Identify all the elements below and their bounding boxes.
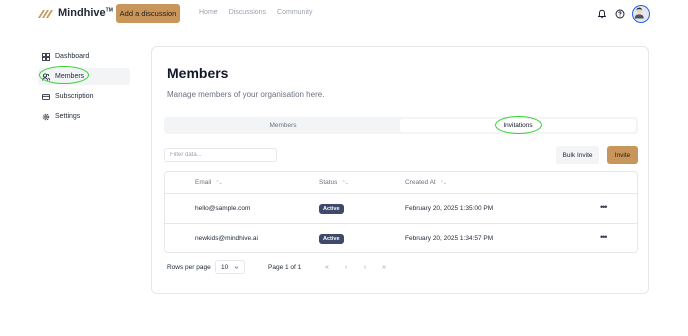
sidebar-item-members[interactable]: Members bbox=[38, 68, 130, 85]
row-actions-button[interactable]: ••• bbox=[600, 232, 608, 242]
logo-icon bbox=[38, 10, 53, 18]
email-cell: hello@sample.com bbox=[195, 205, 251, 212]
tab-list: Members Invitations bbox=[164, 117, 638, 134]
nav-discussions[interactable]: Discussions bbox=[229, 9, 266, 16]
table-row: newkids@mindhive.ai Active February 20, … bbox=[165, 224, 637, 254]
header-actions bbox=[596, 5, 650, 23]
column-header-created-at[interactable]: Created At ⌃⌄ bbox=[405, 179, 447, 186]
invite-button[interactable]: Invite bbox=[607, 146, 638, 164]
gear-icon bbox=[42, 113, 50, 121]
dashboard-icon bbox=[42, 52, 50, 61]
page-title: Members bbox=[167, 65, 229, 81]
prev-page-button[interactable]: ‹ bbox=[339, 260, 353, 274]
sidebar-item-settings[interactable]: Settings bbox=[38, 108, 130, 125]
sidebar-item-label: Dashboard bbox=[55, 53, 90, 60]
sidebar-item-label: Settings bbox=[55, 113, 81, 120]
app-name: MindhiveTM bbox=[58, 7, 113, 19]
sidebar-item-subscription[interactable]: Subscription bbox=[38, 88, 130, 105]
trademark: TM bbox=[105, 7, 113, 14]
created-at-cell: February 20, 2025 1:35:00 PM bbox=[405, 205, 494, 212]
bell-icon[interactable] bbox=[596, 8, 608, 20]
next-page-button[interactable]: › bbox=[358, 260, 372, 274]
sidebar-item-label: Members bbox=[55, 73, 85, 80]
table-header: Email ⌃⌄ Status ⌃⌄ Created At ⌃⌄ bbox=[165, 172, 637, 194]
column-header-status[interactable]: Status ⌃⌄ bbox=[319, 179, 349, 186]
sidebar-item-label: Subscription bbox=[55, 93, 94, 100]
column-label: Status bbox=[319, 179, 338, 186]
pagination-bar: Rows per page 10 Page 1 of 1 « ‹ › » bbox=[167, 260, 637, 274]
rows-per-page-label: Rows per page bbox=[167, 264, 211, 271]
card-icon bbox=[42, 93, 50, 101]
sort-icon: ⌃⌄ bbox=[215, 179, 222, 186]
chevron-down-icon bbox=[234, 265, 239, 269]
column-label: Created At bbox=[405, 179, 436, 186]
nav-home[interactable]: Home bbox=[199, 9, 218, 16]
sidebar-item-dashboard[interactable]: Dashboard bbox=[38, 48, 130, 65]
email-cell: newkids@mindhive.ai bbox=[195, 235, 258, 242]
last-page-button[interactable]: » bbox=[377, 260, 391, 274]
logo[interactable]: MindhiveTM bbox=[38, 7, 113, 19]
top-bar: MindhiveTM Add a discussion Home Discuss… bbox=[0, 0, 688, 28]
invitations-table: Email ⌃⌄ Status ⌃⌄ Created At ⌃⌄ hello@samp… bbox=[164, 171, 638, 253]
sidebar: Dashboard Members Subscription Settings bbox=[38, 48, 130, 128]
row-actions-button[interactable]: ••• bbox=[600, 202, 608, 212]
sort-icon: ⌃⌄ bbox=[341, 179, 348, 186]
add-discussion-button[interactable]: Add a discussion bbox=[116, 4, 180, 23]
column-label: Email bbox=[195, 179, 212, 186]
nav-community[interactable]: Community bbox=[277, 9, 312, 16]
created-at-cell: February 20, 2025 1:34:57 PM bbox=[405, 235, 494, 242]
rows-per-page-value: 10 bbox=[221, 263, 229, 271]
bulk-invite-button[interactable]: Bulk Invite bbox=[556, 146, 599, 164]
tab-members[interactable]: Members bbox=[166, 119, 400, 132]
page-subtitle: Manage members of your organisation here… bbox=[167, 90, 325, 99]
status-badge: Active bbox=[319, 204, 344, 214]
users-icon bbox=[42, 72, 50, 81]
page-info: Page 1 of 1 bbox=[268, 264, 302, 271]
members-card: Members Manage members of your organisat… bbox=[151, 46, 649, 294]
help-icon[interactable] bbox=[614, 8, 626, 20]
status-badge: Active bbox=[319, 234, 344, 244]
tab-invitations[interactable]: Invitations bbox=[400, 119, 636, 132]
table-row: hello@sample.com Active February 20, 202… bbox=[165, 194, 637, 224]
pager: « ‹ › » bbox=[320, 260, 391, 274]
rows-per-page-select[interactable]: 10 bbox=[215, 260, 245, 274]
filter-input[interactable] bbox=[164, 148, 277, 162]
avatar[interactable] bbox=[632, 5, 650, 23]
column-header-email[interactable]: Email ⌃⌄ bbox=[195, 179, 223, 186]
sort-icon: ⌃⌄ bbox=[439, 179, 447, 186]
top-nav: Home Discussions Community bbox=[199, 9, 312, 16]
first-page-button[interactable]: « bbox=[320, 260, 334, 274]
